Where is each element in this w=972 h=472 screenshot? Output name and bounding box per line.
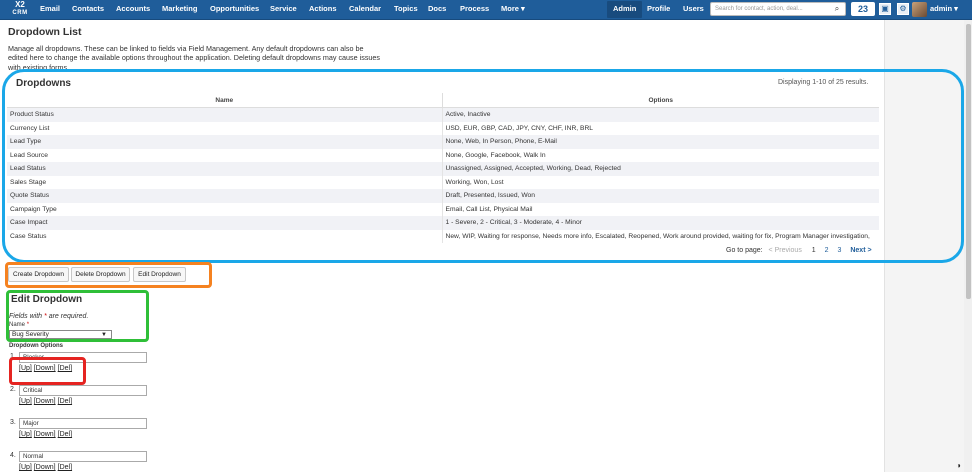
highlight-action-buttons [5,262,212,288]
nav-contacts[interactable]: Contacts [72,4,104,13]
nav-email[interactable]: Email [40,4,60,13]
nav-users[interactable]: Users [683,4,704,13]
contrast-icon[interactable]: ◑ [956,461,961,470]
search-icon[interactable]: ⌕ [830,3,844,15]
option-down-link[interactable]: [Down] [34,398,56,405]
highlight-edit-form-header [6,290,149,342]
window-icon[interactable]: ▣ [879,3,891,15]
nav-topics[interactable]: Topics [394,4,418,13]
top-navigation-bar: X2 CRM Email Contacts Accounts Marketing… [0,0,972,20]
option-down-link[interactable]: [Down] [34,464,56,471]
option-up-link[interactable]: [Up] [19,431,32,438]
option-number: 3. [10,419,16,426]
option-delete-link[interactable]: [Del] [58,398,72,405]
nav-docs[interactable]: Docs [428,4,446,13]
dropdown-options-label: Dropdown Options [9,343,63,349]
option-delete-link[interactable]: [Del] [58,464,72,471]
option-value-input[interactable]: Major [19,418,147,429]
option-action-links: [Up] [Down] [Del] [19,398,74,405]
nav-more[interactable]: More ▾ [501,4,525,13]
nav-process[interactable]: Process [460,4,489,13]
page-description: Manage all dropdowns. These can be linke… [8,44,380,72]
user-menu[interactable]: admin ▾ [930,4,958,13]
option-value-input[interactable]: Normal [19,451,147,462]
option-number: 4. [10,452,16,459]
nav-calendar[interactable]: Calendar [349,4,381,13]
nav-opportunities[interactable]: Opportunities [210,4,259,13]
highlight-option-links [9,357,86,385]
option-action-links: [Up] [Down] [Del] [19,464,74,471]
highlight-dropdowns-grid [2,69,964,263]
option-down-link[interactable]: [Down] [34,431,56,438]
nav-marketing[interactable]: Marketing [162,4,197,13]
global-search-input[interactable]: Search for contact, action, deal... [710,2,846,16]
avatar[interactable] [912,2,927,17]
nav-actions[interactable]: Actions [309,4,337,13]
scrollbar-thumb[interactable] [966,24,971,299]
page-title: Dropdown List [8,26,82,38]
option-up-link[interactable]: [Up] [19,398,32,405]
x2crm-logo[interactable]: X2 CRM [7,1,33,18]
nav-admin[interactable]: Admin [607,1,643,18]
gear-icon[interactable]: ⚙ [897,3,909,15]
option-value-input[interactable]: Critical [19,385,147,396]
option-number: 2. [10,386,16,393]
nav-service[interactable]: Service [270,4,297,13]
notification-count-badge[interactable]: 23 [851,2,875,16]
option-up-link[interactable]: [Up] [19,464,32,471]
option-delete-link[interactable]: [Del] [58,431,72,438]
nav-profile[interactable]: Profile [647,4,670,13]
option-action-links: [Up] [Down] [Del] [19,431,74,438]
nav-accounts[interactable]: Accounts [116,4,150,13]
